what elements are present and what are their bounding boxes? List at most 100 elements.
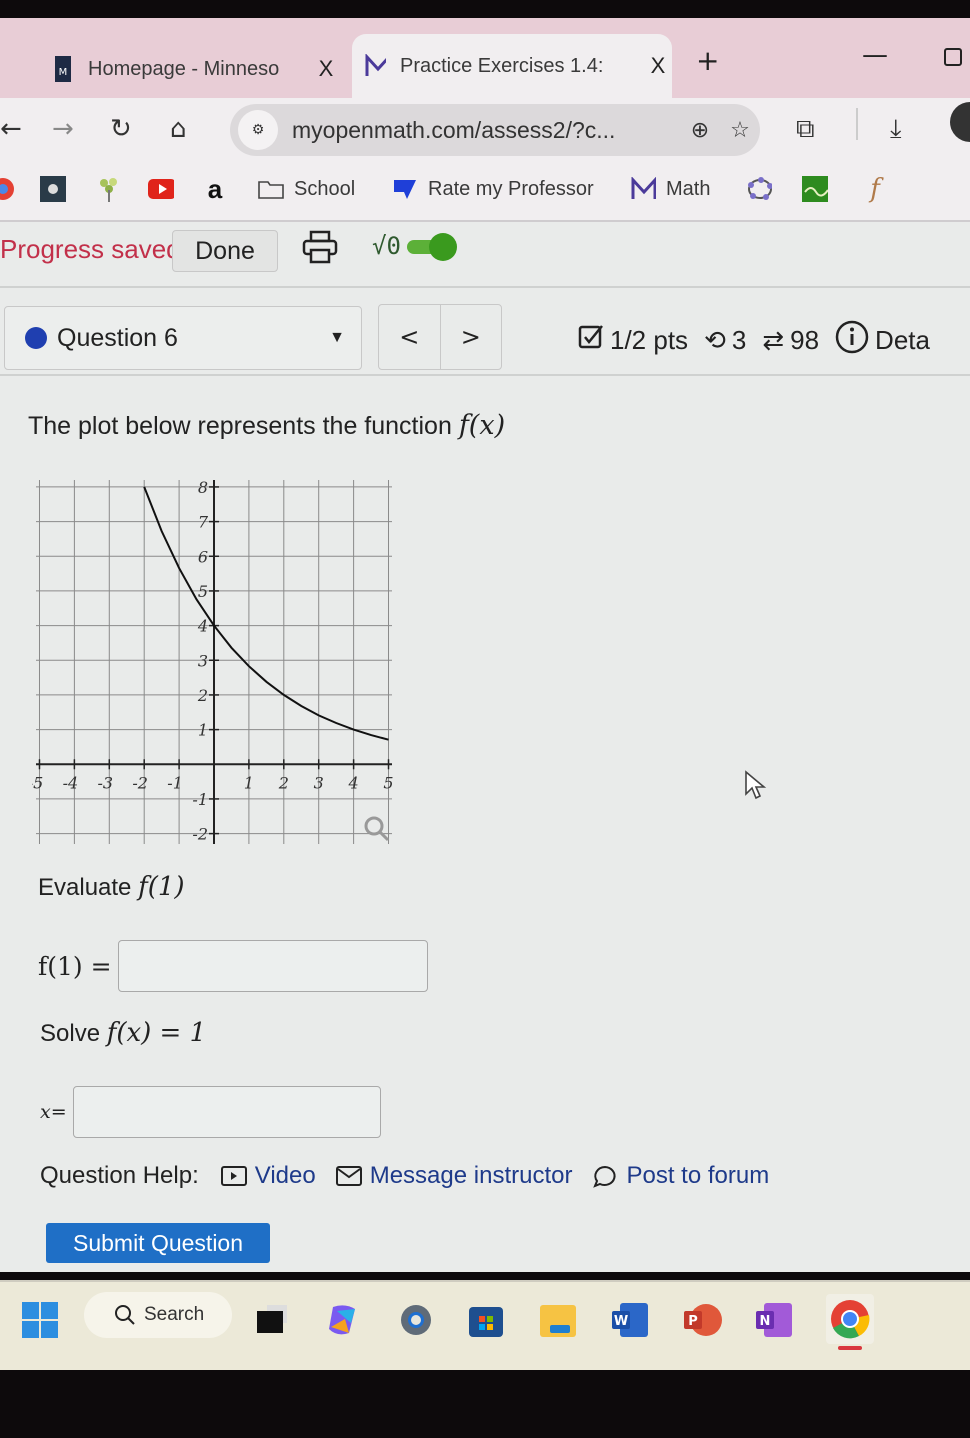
checkbox-score-icon xyxy=(578,324,604,357)
maximize-button[interactable] xyxy=(944,48,962,66)
y-tick-label: 5 xyxy=(198,582,208,601)
question-select[interactable]: Question 6 ▼ xyxy=(4,306,362,370)
bookmark-desmos[interactable] xyxy=(802,176,838,202)
folder-icon xyxy=(258,176,284,202)
reload-button[interactable]: ↻ xyxy=(110,114,132,144)
next-question-button[interactable]: > xyxy=(439,305,502,369)
home-button[interactable]: ⌂ xyxy=(170,114,187,144)
new-tab-button[interactable]: + xyxy=(696,44,719,77)
bookmark-amazon[interactable]: a xyxy=(202,173,238,204)
rmp-icon xyxy=(392,176,418,202)
screen: M Homepage - Minneso X Practice Exercise… xyxy=(0,0,970,1438)
progress-status: Progress saved xyxy=(0,234,181,264)
function-curve xyxy=(143,486,389,741)
message-instructor-link[interactable]: Message instructor xyxy=(335,1162,572,1190)
post-to-forum-link[interactable]: Post to forum xyxy=(592,1162,769,1190)
x-tick-label: -4 xyxy=(63,773,79,792)
back-button[interactable]: ← xyxy=(0,114,22,144)
extensions-icon[interactable]: ⧉ xyxy=(796,114,815,145)
question-nav-bar: Question 6 ▼ < > 1/2 pts ⟲ 3 ⇄ 98 Deta xyxy=(0,300,970,376)
question-select-label: Question 6 xyxy=(57,323,178,352)
magnify-icon[interactable] xyxy=(364,816,390,842)
x-tick-label: -3 xyxy=(97,773,113,792)
bookmark-chrome[interactable] xyxy=(0,176,26,202)
minimize-button[interactable]: — xyxy=(862,40,888,70)
powerpoint-icon[interactable]: P xyxy=(680,1298,724,1342)
part1-text: Evaluate xyxy=(38,874,139,901)
school-logo-icon: M xyxy=(52,56,74,82)
math-toggle-label: √0 xyxy=(372,232,401,260)
y-tick-label: 4 xyxy=(197,617,208,636)
tab-strip: M Homepage - Minneso X Practice Exercise… xyxy=(0,18,970,98)
bookmark-label: School xyxy=(294,177,356,200)
tab-practice-exercises[interactable]: Practice Exercises 1.4: X xyxy=(352,34,672,98)
bookmark-rate-my-professor[interactable]: Rate my Professor xyxy=(392,176,594,202)
x-tick-label: 2 xyxy=(278,773,289,792)
retries-count: 3 xyxy=(731,325,747,355)
word-icon[interactable]: W xyxy=(608,1298,652,1342)
video-link[interactable]: Video xyxy=(220,1162,316,1190)
bookmark-script-f[interactable]: f xyxy=(862,174,898,204)
taskbar-search[interactable]: Search xyxy=(84,1292,232,1338)
desmos-graph-icon xyxy=(802,176,828,202)
y-tick-label: 8 xyxy=(198,478,208,497)
browser-toolbar: ← → ↻ ⌂ ⚙ myopenmath.com/assess2/?c... ⊕… xyxy=(0,98,970,162)
profile-avatar[interactable] xyxy=(950,102,970,142)
download-icon[interactable]: ⤓ xyxy=(890,114,902,145)
bookmark-label: Math xyxy=(666,177,711,200)
forward-button[interactable]: → xyxy=(52,114,74,144)
amazon-icon: a xyxy=(207,173,223,204)
app-icon xyxy=(40,176,66,202)
info-icon[interactable] xyxy=(835,320,869,361)
x-tick-label: -1 xyxy=(167,773,183,792)
close-tab-button[interactable]: X xyxy=(312,56,340,82)
attempts-icon: ⇄ xyxy=(762,325,785,355)
chrome-taskbar-icon[interactable] xyxy=(826,1294,874,1350)
bookmark-app[interactable] xyxy=(40,176,76,202)
myopenmath-m-icon xyxy=(630,176,656,202)
f-of-1-input[interactable] xyxy=(117,940,428,992)
question-help-label: Question Help: xyxy=(40,1162,199,1189)
task-view-icon[interactable] xyxy=(250,1298,294,1342)
done-button[interactable]: Done xyxy=(172,230,278,272)
address-bar[interactable]: ⚙ myopenmath.com/assess2/?c... ⊕ ☆ xyxy=(230,104,760,156)
bookmark-math[interactable]: Math xyxy=(630,176,710,202)
file-explorer-icon[interactable] xyxy=(536,1298,580,1342)
svg-text:P: P xyxy=(688,1314,698,1329)
post-to-forum-label: Post to forum xyxy=(626,1162,770,1189)
start-button[interactable] xyxy=(18,1298,62,1342)
close-tab-button[interactable]: X xyxy=(644,53,672,79)
bookmark-youtube[interactable] xyxy=(148,176,184,202)
active-app-indicator xyxy=(838,1346,862,1350)
x-tick-label: -2 xyxy=(132,773,148,792)
points-text: 1/2 pts xyxy=(610,325,689,355)
x-tick-label: 1 xyxy=(244,773,254,792)
submit-question-button[interactable]: Submit Question xyxy=(46,1223,270,1263)
x-solution-input[interactable] xyxy=(72,1086,381,1138)
part1-math: f(1) xyxy=(138,872,185,902)
svg-text:N: N xyxy=(760,1314,771,1329)
zoom-icon[interactable]: ⊕ xyxy=(680,118,720,143)
copilot-icon[interactable] xyxy=(322,1298,366,1342)
math-display-toggle[interactable]: √0 xyxy=(372,232,457,261)
bookmark-star-icon[interactable]: ☆ xyxy=(720,118,760,143)
store-icon[interactable] xyxy=(464,1298,508,1342)
video-icon xyxy=(220,1165,247,1187)
url-text[interactable]: myopenmath.com/assess2/?c... xyxy=(292,117,680,144)
bookmark-label: Rate my Professor xyxy=(428,177,594,200)
bookmark-geogebra[interactable] xyxy=(746,176,782,202)
y-tick-label: 3 xyxy=(198,651,208,670)
question-help: Question Help: Video Message instructor … xyxy=(40,1162,789,1190)
settings-icon[interactable] xyxy=(394,1298,438,1342)
tab-label: Practice Exercises 1.4: xyxy=(400,54,604,77)
tab-homepage[interactable]: M Homepage - Minneso X xyxy=(40,40,340,98)
details-link[interactable]: Deta xyxy=(875,325,930,356)
site-info-icon[interactable]: ⚙ xyxy=(238,110,278,150)
print-icon[interactable] xyxy=(302,230,338,268)
y-tick-label: 7 xyxy=(198,513,209,532)
onenote-icon[interactable]: N xyxy=(752,1298,796,1342)
bookmark-school[interactable]: School xyxy=(258,176,355,202)
toggle-switch[interactable] xyxy=(406,233,457,261)
bookmark-tree[interactable] xyxy=(96,176,132,202)
prev-question-button[interactable]: < xyxy=(379,305,440,369)
